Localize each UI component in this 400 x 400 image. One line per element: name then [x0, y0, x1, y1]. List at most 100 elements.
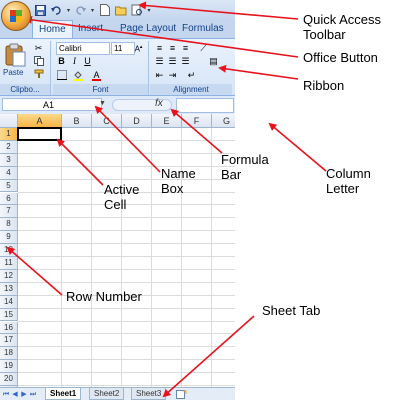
undo-icon[interactable]: [50, 4, 63, 17]
redo-icon[interactable]: [74, 4, 87, 17]
open-folder-icon[interactable]: [114, 4, 127, 17]
row-header-19[interactable]: 19: [0, 360, 18, 374]
last-sheet-icon[interactable]: ⏭: [29, 390, 37, 399]
cut-icon[interactable]: ✂: [33, 43, 44, 54]
sheet-tab-sheet1[interactable]: Sheet1: [45, 388, 82, 400]
row-header-6[interactable]: 6: [0, 192, 18, 206]
gridline-horizontal: [18, 268, 235, 270]
column-header-c[interactable]: C: [92, 114, 122, 128]
label-active-cell-line1: Active: [104, 182, 140, 197]
row-header-13[interactable]: 13: [0, 282, 18, 296]
gridline-horizontal: [18, 346, 235, 348]
align-center-icon[interactable]: ☰: [167, 56, 178, 67]
decrease-indent-icon[interactable]: ⇤: [154, 70, 165, 81]
borders-icon[interactable]: [56, 70, 67, 81]
ribbon: Paste ✂ Clipbo... Calibri 11 A▴ B I U A …: [0, 38, 235, 96]
row-header-17[interactable]: 17: [0, 334, 18, 348]
quick-access-toolbar: ▾ ▾ ▾: [34, 2, 152, 18]
tab-page-layout[interactable]: Page Layout: [114, 20, 182, 38]
gridline-horizontal: [18, 152, 235, 154]
row-header-12[interactable]: 12: [0, 269, 18, 283]
first-sheet-icon[interactable]: ⏮: [2, 390, 10, 399]
gridline-vertical: [151, 128, 152, 387]
label-formula-bar-line2: Bar: [221, 167, 242, 182]
column-header-e[interactable]: E: [152, 114, 182, 128]
label-active-cell: Active Cell: [104, 182, 139, 212]
bold-icon[interactable]: B: [56, 56, 67, 67]
name-box-dropdown-icon[interactable]: ▼: [99, 100, 106, 107]
fill-color-icon[interactable]: [73, 70, 84, 81]
new-document-icon[interactable]: [98, 4, 111, 17]
column-header-a[interactable]: A: [18, 114, 62, 128]
copy-icon[interactable]: [33, 56, 44, 67]
select-all-corner[interactable]: [0, 114, 18, 128]
row-header-11[interactable]: 11: [0, 257, 18, 270]
label-column-letter-line1: Column: [326, 166, 371, 181]
column-header-f[interactable]: F: [182, 114, 212, 128]
font-size-select[interactable]: 11: [111, 42, 135, 55]
merge-center-icon[interactable]: ▤: [208, 56, 219, 67]
font-name-select[interactable]: Calibri: [56, 42, 110, 55]
label-formula-bar: Formula Bar: [221, 152, 269, 182]
align-right-icon[interactable]: ☰: [180, 56, 191, 67]
office-logo-icon: [10, 10, 22, 22]
tab-formulas[interactable]: Formulas: [176, 20, 230, 38]
label-office-button: Office Button: [303, 50, 378, 65]
row-header-5[interactable]: 5: [0, 179, 18, 193]
align-top-icon[interactable]: ≡: [154, 43, 165, 54]
wrap-text-icon[interactable]: ↵: [186, 70, 197, 81]
row-header-2[interactable]: 2: [0, 140, 18, 154]
next-sheet-icon[interactable]: ▶: [20, 390, 28, 399]
column-header-d[interactable]: D: [122, 114, 152, 128]
increase-indent-icon[interactable]: ⇥: [167, 70, 178, 81]
sheet-tab-sheet2[interactable]: Sheet2: [89, 388, 125, 400]
align-bottom-icon[interactable]: ≡: [180, 43, 191, 54]
italic-icon[interactable]: I: [69, 56, 80, 67]
row-header-3[interactable]: 3: [0, 153, 18, 167]
worksheet-grid[interactable]: ABCDEFGHI 123456789101112131415161718192…: [0, 114, 235, 387]
font-group-label: Font: [53, 84, 148, 95]
label-quick-access-line2: Toolbar: [303, 27, 346, 42]
underline-icon[interactable]: U: [82, 56, 93, 67]
tab-home[interactable]: Home: [32, 20, 73, 38]
insert-function-icon[interactable]: fx: [155, 98, 163, 109]
name-box[interactable]: A1: [2, 98, 102, 111]
align-left-icon[interactable]: ☰: [154, 56, 165, 67]
row-header-14[interactable]: 14: [0, 295, 18, 309]
customize-toolbar-icon[interactable]: ▾: [146, 4, 152, 17]
column-header-b[interactable]: B: [62, 114, 92, 128]
sheet-tab-sheet3[interactable]: Sheet3: [131, 388, 167, 400]
row-header-20[interactable]: 20: [0, 373, 18, 386]
redo-dropdown-icon[interactable]: ▾: [90, 4, 95, 17]
prev-sheet-icon[interactable]: ◀: [11, 390, 19, 399]
label-row-number: Row Number: [66, 289, 142, 304]
undo-dropdown-icon[interactable]: ▾: [66, 4, 71, 17]
active-cell[interactable]: [17, 127, 62, 141]
insert-worksheet-icon[interactable]: [175, 390, 187, 399]
print-preview-icon[interactable]: [130, 4, 143, 17]
save-icon[interactable]: [34, 4, 47, 17]
row-header-15[interactable]: 15: [0, 308, 18, 322]
row-header-18[interactable]: 18: [0, 347, 18, 361]
label-ribbon: Ribbon: [303, 78, 345, 93]
font-color-icon[interactable]: A: [91, 70, 102, 81]
row-header-10[interactable]: 10: [0, 244, 18, 257]
grow-font-icon[interactable]: A▴: [133, 42, 144, 54]
row-header-8[interactable]: 8: [0, 218, 18, 232]
column-header-g[interactable]: G: [212, 114, 235, 128]
orientation-icon[interactable]: ⟋: [198, 43, 209, 54]
label-column-letter: Column Letter: [326, 166, 371, 196]
row-header-1[interactable]: 1: [0, 128, 18, 141]
label-active-cell-line2: Cell: [104, 197, 127, 212]
paste-button[interactable]: Paste: [3, 43, 27, 81]
row-header-4[interactable]: 4: [0, 166, 18, 180]
align-middle-icon[interactable]: ≡: [167, 43, 178, 54]
row-header-7[interactable]: 7: [0, 205, 18, 219]
label-column-letter-line2: Letter: [326, 181, 360, 196]
office-button[interactable]: [1, 1, 31, 31]
format-painter-icon[interactable]: [33, 69, 44, 80]
row-header-16[interactable]: 16: [0, 321, 18, 335]
formula-input[interactable]: [176, 98, 234, 113]
row-header-9[interactable]: 9: [0, 231, 18, 245]
tab-insert[interactable]: Insert: [72, 20, 109, 38]
